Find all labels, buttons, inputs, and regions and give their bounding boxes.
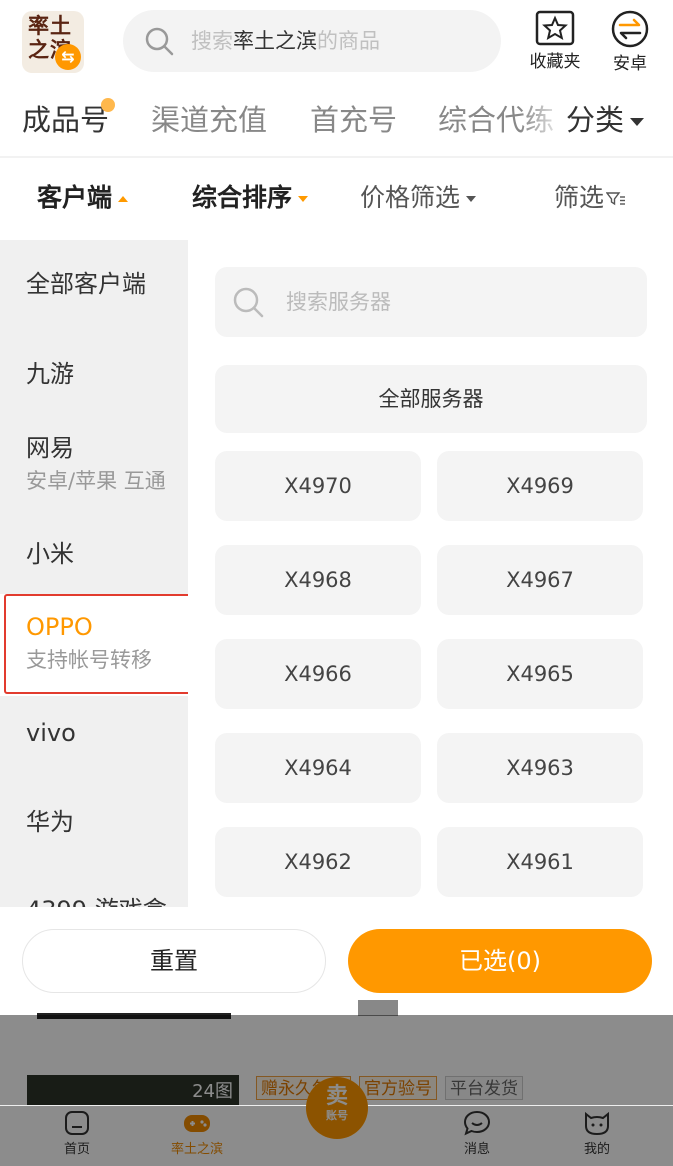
sidebar-item-4399[interactable]: 4399 游戏盒 (0, 894, 188, 907)
server-option[interactable]: X4962 (215, 827, 421, 897)
selection-highlight-box (4, 594, 192, 694)
sidebar-item-label: 小米 (26, 540, 74, 568)
server-option[interactable]: X4966 (215, 639, 421, 709)
sell-dim-overlay (306, 1077, 368, 1139)
caret-down-icon (466, 196, 477, 202)
client-sidebar: 全部客户端 九游 网易 安卓/苹果 互通 小米 OPPO 支持帐号转移 vivo 华… (0, 240, 188, 907)
caret-up-icon (118, 196, 129, 202)
sidebar-item-xiaomi[interactable]: 小米 (0, 538, 188, 570)
server-option[interactable]: X4965 (437, 639, 643, 709)
server-option[interactable]: X4969 (437, 451, 643, 521)
search-placeholder: 搜索率土之滨的商品 (191, 29, 380, 53)
all-servers-button[interactable]: 全部服务器 (215, 365, 647, 433)
chevron-down-icon (630, 118, 645, 126)
category-dropdown[interactable]: 分类 (566, 100, 645, 140)
platform-switch-button[interactable]: 安卓 (601, 10, 659, 74)
tab-fade (520, 86, 568, 156)
sidebar-item-netease[interactable]: 网易安卓/苹果 互通 (0, 432, 188, 495)
confirm-button[interactable]: 已选(0) (348, 929, 652, 993)
sidebar-item-vivo[interactable]: vivo (0, 717, 188, 749)
sidebar-item-label: 华为 (26, 808, 74, 836)
filter-funnel-icon (605, 192, 626, 206)
sidebar-item-label: 全部客户端 (26, 270, 146, 298)
favorites-label: 收藏夹 (529, 52, 581, 72)
sidebar-item-all-clients[interactable]: 全部客户端 (0, 268, 188, 300)
sidebar-item-sublabel: 安卓/苹果 互通 (26, 469, 166, 493)
app-logo[interactable]: 率土之滨 ⇆ (22, 11, 84, 73)
server-search-input[interactable]: 搜索服务器 (215, 267, 647, 337)
tab-channel-recharge[interactable]: 渠道充值 (151, 100, 267, 140)
sort-filter[interactable]: 综合排序 (192, 180, 309, 216)
category-tabs: 成品号 渠道充值 首充号 综合代练 分类 (0, 86, 673, 156)
sidebar-item-huawei[interactable]: 华为 (0, 806, 188, 838)
tab-badge-dot (101, 98, 116, 112)
server-option[interactable]: X4967 (437, 545, 643, 615)
star-folder-icon (535, 10, 575, 46)
server-option[interactable]: X4963 (437, 733, 643, 803)
tab-first-recharge[interactable]: 首充号 (310, 100, 397, 140)
client-filter[interactable]: 客户端 (37, 180, 129, 216)
server-option[interactable]: X4961 (437, 827, 643, 897)
reset-button[interactable]: 重置 (22, 929, 326, 993)
more-filter[interactable]: 筛选 (554, 180, 626, 216)
swap-badge-icon: ⇆ (55, 44, 81, 70)
server-search-placeholder: 搜索服务器 (286, 290, 391, 314)
filter-bar: 客户端 综合排序 价格筛选 筛选 (0, 158, 673, 240)
listing-fragment (358, 1000, 398, 1016)
server-option[interactable]: X4968 (215, 545, 421, 615)
search-bar[interactable]: 搜索率土之滨的商品 (123, 10, 501, 72)
search-icon (145, 27, 174, 56)
switch-platform-icon (611, 10, 649, 48)
sidebar-item-label: vivo (26, 719, 76, 747)
favorites-button[interactable]: 收藏夹 (526, 10, 584, 74)
sidebar-item-label: 九游 (26, 360, 74, 388)
sidebar-item-label: 4399 游戏盒 (26, 894, 188, 907)
sidebar-item-jiuyou[interactable]: 九游 (0, 358, 188, 390)
caret-down-icon (298, 196, 309, 202)
server-option[interactable]: X4964 (215, 733, 421, 803)
server-option[interactable]: X4970 (215, 451, 421, 521)
platform-label: 安卓 (613, 54, 647, 74)
search-icon (233, 287, 264, 318)
sidebar-item-label: 网易 (26, 434, 74, 462)
tab-finished-account[interactable]: 成品号 (22, 98, 116, 140)
price-filter[interactable]: 价格筛选 (360, 180, 477, 216)
